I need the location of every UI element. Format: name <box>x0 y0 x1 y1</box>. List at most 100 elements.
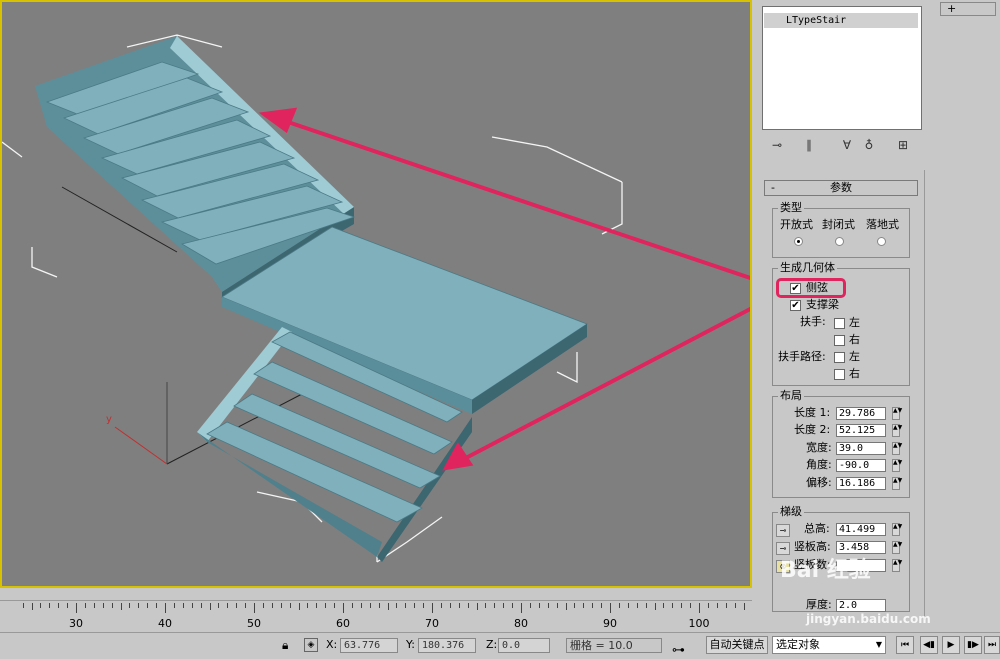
timeline-tick <box>556 603 558 608</box>
timeline-tick <box>574 603 576 608</box>
stringers-checkbox[interactable]: ✔ <box>790 283 801 294</box>
auto-key-button[interactable]: 自动关键点 <box>706 636 768 654</box>
width-spinner[interactable]: ▲▼ <box>892 442 902 455</box>
timeline-tick <box>432 603 433 613</box>
handrail-path-left-checkbox[interactable] <box>834 352 845 363</box>
y-coord-input[interactable]: 180.376 <box>418 638 476 653</box>
timeline-tick <box>592 603 594 608</box>
x-coord-label: X: <box>326 638 338 651</box>
timeline-tick <box>396 603 398 608</box>
lock-selection-icon[interactable]: 🔒︎ <box>282 638 288 653</box>
go-to-start-icon[interactable]: ⏮ <box>896 636 914 654</box>
type-group-label: 类型 <box>778 201 804 214</box>
offset-input[interactable]: 16.186 <box>836 477 886 490</box>
overall-input[interactable]: 41.499 <box>836 523 886 536</box>
length1-spinner[interactable]: ▲▼ <box>892 407 902 420</box>
parameters-rollout-header[interactable]: - 参数 <box>764 180 918 196</box>
timeline-tick <box>601 603 603 608</box>
timeline-tick <box>191 603 193 608</box>
timeline-tick <box>351 603 353 608</box>
previous-frame-icon[interactable]: ◀▮ <box>920 636 938 654</box>
riser-count-spinner[interactable]: ▲▼ <box>892 559 902 572</box>
timeline-tick <box>387 603 389 610</box>
timeline-tick <box>289 603 291 608</box>
handrail-path-label: 扶手路径: <box>778 350 826 363</box>
panel-scrollbar[interactable] <box>924 170 935 620</box>
chevron-down-icon: ▼ <box>875 640 882 649</box>
z-coord-input[interactable]: 0.0 <box>498 638 550 653</box>
handrail-path-right-checkbox[interactable] <box>834 369 845 380</box>
type-open-radio[interactable] <box>794 237 803 246</box>
offset-spinner[interactable]: ▲▼ <box>892 477 902 490</box>
type-closed-radio[interactable] <box>835 237 844 246</box>
timeline-tick <box>583 603 585 608</box>
lock-overall-icon[interactable]: ⊸ <box>776 524 790 537</box>
timeline-tick-label: 60 <box>336 617 350 630</box>
timeline-tick <box>529 603 531 608</box>
angle-input[interactable]: -90.0 <box>836 459 886 472</box>
timeline-tick <box>111 603 113 608</box>
timeline-tick <box>120 603 122 610</box>
axis-gizmo: y <box>106 382 168 465</box>
type-open-label: 开放式 <box>780 218 813 231</box>
length2-input[interactable]: 52.125 <box>836 424 886 437</box>
timeline-tick <box>298 603 300 610</box>
width-input[interactable]: 39.0 <box>836 442 886 455</box>
timeline-tick-label: 30 <box>69 617 83 630</box>
timeline-tick <box>654 603 656 610</box>
length1-input[interactable]: 29.786 <box>836 407 886 420</box>
width-label: 宽度: <box>806 441 832 454</box>
timeline-tick-label: 40 <box>158 617 172 630</box>
modifier-stack-item[interactable]: LTypeStair <box>764 13 918 28</box>
perspective-viewport[interactable]: y <box>0 0 752 588</box>
absolute-mode-icon[interactable]: ◈ <box>304 638 318 652</box>
x-coord-input[interactable]: 63.776 <box>340 638 398 653</box>
go-to-end-icon[interactable]: ⏭ <box>984 636 1000 654</box>
timeline-tick-label: 50 <box>247 617 261 630</box>
play-icon[interactable]: ▶ <box>942 636 960 654</box>
timeline-tick <box>521 603 522 613</box>
layout-group-label: 布局 <box>778 389 804 402</box>
modifier-stack-list[interactable]: LTypeStair <box>762 6 922 130</box>
timeline-tick <box>699 603 700 613</box>
next-frame-icon[interactable]: ▮▶ <box>964 636 982 654</box>
overall-spinner[interactable]: ▲▼ <box>892 523 902 536</box>
length2-spinner[interactable]: ▲▼ <box>892 424 902 437</box>
handrail-right-checkbox[interactable] <box>834 335 845 346</box>
set-key-icon[interactable]: ⊶ <box>672 643 685 658</box>
timeline-tick <box>316 603 318 608</box>
carriage-checkbox[interactable]: ✔ <box>790 300 801 311</box>
selection-filter-dropdown[interactable]: 选定对象 ▼ <box>772 636 886 654</box>
timeline-tick <box>369 603 371 608</box>
riser-height-spinner[interactable]: ▲▼ <box>892 541 902 554</box>
show-end-result-icon[interactable]: ∥ <box>800 136 818 154</box>
timeline-tick <box>307 603 309 608</box>
timeline-tick <box>254 603 255 613</box>
timeline-tick <box>173 603 175 608</box>
angle-spinner[interactable]: ▲▼ <box>892 459 902 472</box>
timeline-tick <box>663 603 665 608</box>
type-boxed-radio[interactable] <box>877 237 886 246</box>
remove-modifier-icon[interactable]: ♁ <box>860 136 878 154</box>
rollout-title: 参数 <box>830 181 852 194</box>
timeline-tick-label: 100 <box>688 617 710 630</box>
length1-label: 长度 1: <box>794 406 831 419</box>
timeline-tick <box>22 603 24 608</box>
carriage-label: 支撑梁 <box>806 298 839 311</box>
timeline-tick <box>343 603 344 613</box>
timeline-ruler[interactable]: 30 40 50 60 70 80 90 100 <box>0 600 752 633</box>
timeline-tick <box>707 603 709 608</box>
configure-sets-icon[interactable]: ⊞ <box>894 136 912 154</box>
timeline-tick <box>271 603 273 608</box>
make-unique-icon[interactable]: ∀ <box>838 136 856 154</box>
timeline-tick <box>84 603 86 608</box>
thickness-input[interactable]: 2.0 <box>836 599 886 612</box>
pin-stack-icon[interactable]: ⊸ <box>768 136 786 154</box>
stringers-label: 侧弦 <box>806 281 828 294</box>
baidu-watermark-url: jingyan.baidu.com <box>806 612 931 626</box>
timeline-tick <box>58 603 60 608</box>
timeline-tick <box>565 603 567 610</box>
expand-panel-button[interactable]: + <box>940 2 996 16</box>
timeline-tick <box>156 603 158 608</box>
handrail-left-checkbox[interactable] <box>834 318 845 329</box>
